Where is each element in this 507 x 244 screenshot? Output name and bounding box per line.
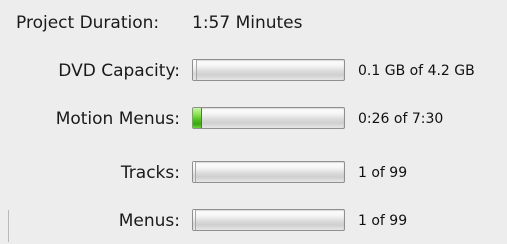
dvd-capacity-meter [192,59,345,81]
menus-label: Menus: [118,211,180,231]
panel-divider [8,210,9,242]
dvd-capacity-label: DVD Capacity: [58,61,180,81]
dvd-capacity-value: 0.1 GB of 4.2 GB [358,63,475,79]
project-duration-label: Project Duration: [16,13,160,33]
disc-status-panel: Project Duration: 1:57 Minutes DVD Capac… [0,0,507,244]
dvd-capacity-meter-fill [193,60,197,80]
tracks-label: Tracks: [120,163,180,183]
tracks-meter-fill [193,162,196,182]
motion-menus-meter [192,107,345,129]
motion-menus-value: 0:26 of 7:30 [358,111,444,127]
menus-value: 1 of 99 [358,213,408,229]
motion-menus-meter-fill [193,108,202,128]
project-duration-value: 1:57 Minutes [192,13,303,33]
tracks-meter [192,161,345,183]
motion-menus-label: Motion Menus: [55,109,180,129]
menus-meter-fill [193,210,196,230]
tracks-value: 1 of 99 [358,165,408,181]
menus-meter [192,209,345,231]
